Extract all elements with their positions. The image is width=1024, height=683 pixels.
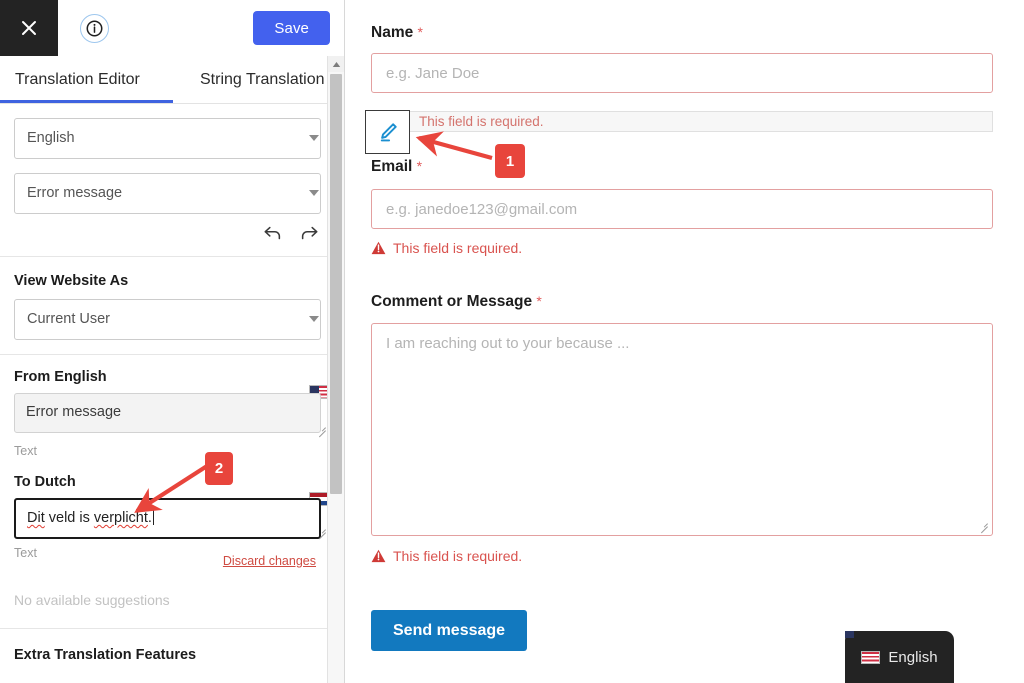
history-controls xyxy=(14,214,330,254)
sidebar-tabs: Translation Editor String Translation xyxy=(0,56,344,104)
target-text-value[interactable]: Dit veld is verplicht. xyxy=(14,498,321,539)
field-group-message: Comment or Message * This field is requi… xyxy=(371,293,993,564)
language-switcher-widget[interactable]: English xyxy=(845,631,954,683)
target-text-tail: . xyxy=(147,510,152,526)
target-block: To Dutch Dit veld is verplicht. Text Dis… xyxy=(14,474,330,608)
email-error-message: This field is required. xyxy=(371,240,993,256)
required-asterisk: * xyxy=(536,293,542,309)
required-asterisk: * xyxy=(416,158,423,174)
screenshot-root: Save Translation Editor String Translati… xyxy=(0,0,1024,683)
source-field-type-label: Text xyxy=(14,444,37,458)
language-switcher-label: English xyxy=(888,648,938,666)
scrollbar-thumb[interactable] xyxy=(330,74,342,494)
highlighted-translatable-string[interactable]: This field is required. xyxy=(371,111,993,132)
name-input[interactable] xyxy=(371,53,993,93)
string-type-select[interactable]: Error message xyxy=(14,173,330,214)
translation-editor-sidebar: Save Translation Editor String Translati… xyxy=(0,0,345,683)
undo-arrow-icon[interactable] xyxy=(260,220,286,246)
warning-triangle-icon xyxy=(371,549,386,563)
email-label-text: Email xyxy=(371,158,413,175)
name-field-label: Name * xyxy=(371,24,993,42)
view-as-select[interactable]: Current User xyxy=(14,299,330,340)
message-error-message: This field is required. xyxy=(371,548,993,564)
name-label-text: Name xyxy=(371,24,414,41)
redo-arrow-icon[interactable] xyxy=(296,220,322,246)
tab-string-translation[interactable]: String Translation xyxy=(200,56,325,103)
misspelled-word-1: Dit xyxy=(27,510,45,526)
translation-pair-section: From English Error message Text To Dutch… xyxy=(0,369,344,629)
target-text-mid: veld is xyxy=(44,510,94,526)
view-website-as-section: View Website As Current User xyxy=(0,273,344,355)
close-icon[interactable] xyxy=(0,0,58,56)
discard-changes-link[interactable]: Discard changes xyxy=(223,554,316,568)
sidebar-header: Save xyxy=(0,0,344,56)
annotation-marker-2: 2 xyxy=(205,452,233,485)
extra-translation-features-title: Extra Translation Features xyxy=(14,647,197,663)
tab-translation-editor[interactable]: Translation Editor xyxy=(15,56,140,103)
contact-form-preview: Name * Email * This field is required. xyxy=(346,0,1024,683)
misspelled-word-2: verplicht xyxy=(93,510,148,526)
save-button[interactable]: Save xyxy=(253,11,330,45)
from-language-title: From English xyxy=(14,369,107,385)
active-tab-indicator xyxy=(0,100,173,103)
view-website-as-title: View Website As xyxy=(14,273,129,289)
text-cursor xyxy=(152,510,154,525)
message-textarea[interactable] xyxy=(371,323,993,536)
email-input[interactable] xyxy=(371,189,993,229)
send-message-button[interactable]: Send message xyxy=(371,610,528,651)
language-select-value[interactable]: English xyxy=(14,118,321,159)
scroll-up-arrow-icon[interactable] xyxy=(328,56,344,72)
pencil-edit-icon[interactable] xyxy=(365,110,410,154)
email-field-label: Email * xyxy=(371,158,993,176)
source-block: From English Error message Text xyxy=(14,369,330,458)
string-type-select-value[interactable]: Error message xyxy=(14,173,321,214)
email-error-text: This field is required. xyxy=(393,240,523,256)
message-field-label: Comment or Message * xyxy=(371,293,993,311)
editor-controls-section: English Error message xyxy=(0,118,344,257)
sidebar-scrollbar[interactable] xyxy=(327,56,344,683)
target-text-input[interactable]: Dit veld is verplicht. xyxy=(14,498,330,539)
flag-us-icon xyxy=(861,650,881,664)
message-error-text: This field is required. xyxy=(393,548,523,564)
warning-triangle-icon xyxy=(371,241,386,255)
field-group-name: Name * xyxy=(371,24,993,93)
language-select[interactable]: English xyxy=(14,118,330,159)
view-as-select-value[interactable]: Current User xyxy=(14,299,321,340)
message-label-text: Comment or Message xyxy=(371,293,533,310)
field-group-email: Email * This field is required. xyxy=(371,158,993,256)
to-language-title: To Dutch xyxy=(14,474,76,490)
highlighted-string-text: This field is required. xyxy=(419,114,544,129)
extra-translation-features-section[interactable]: Extra Translation Features xyxy=(0,629,344,663)
annotation-marker-1: 1 xyxy=(495,144,525,178)
source-text-input[interactable]: Error message xyxy=(14,393,321,433)
required-asterisk: * xyxy=(417,24,423,40)
no-suggestions-text: No available suggestions xyxy=(14,592,170,608)
info-circle-icon[interactable] xyxy=(80,14,109,43)
